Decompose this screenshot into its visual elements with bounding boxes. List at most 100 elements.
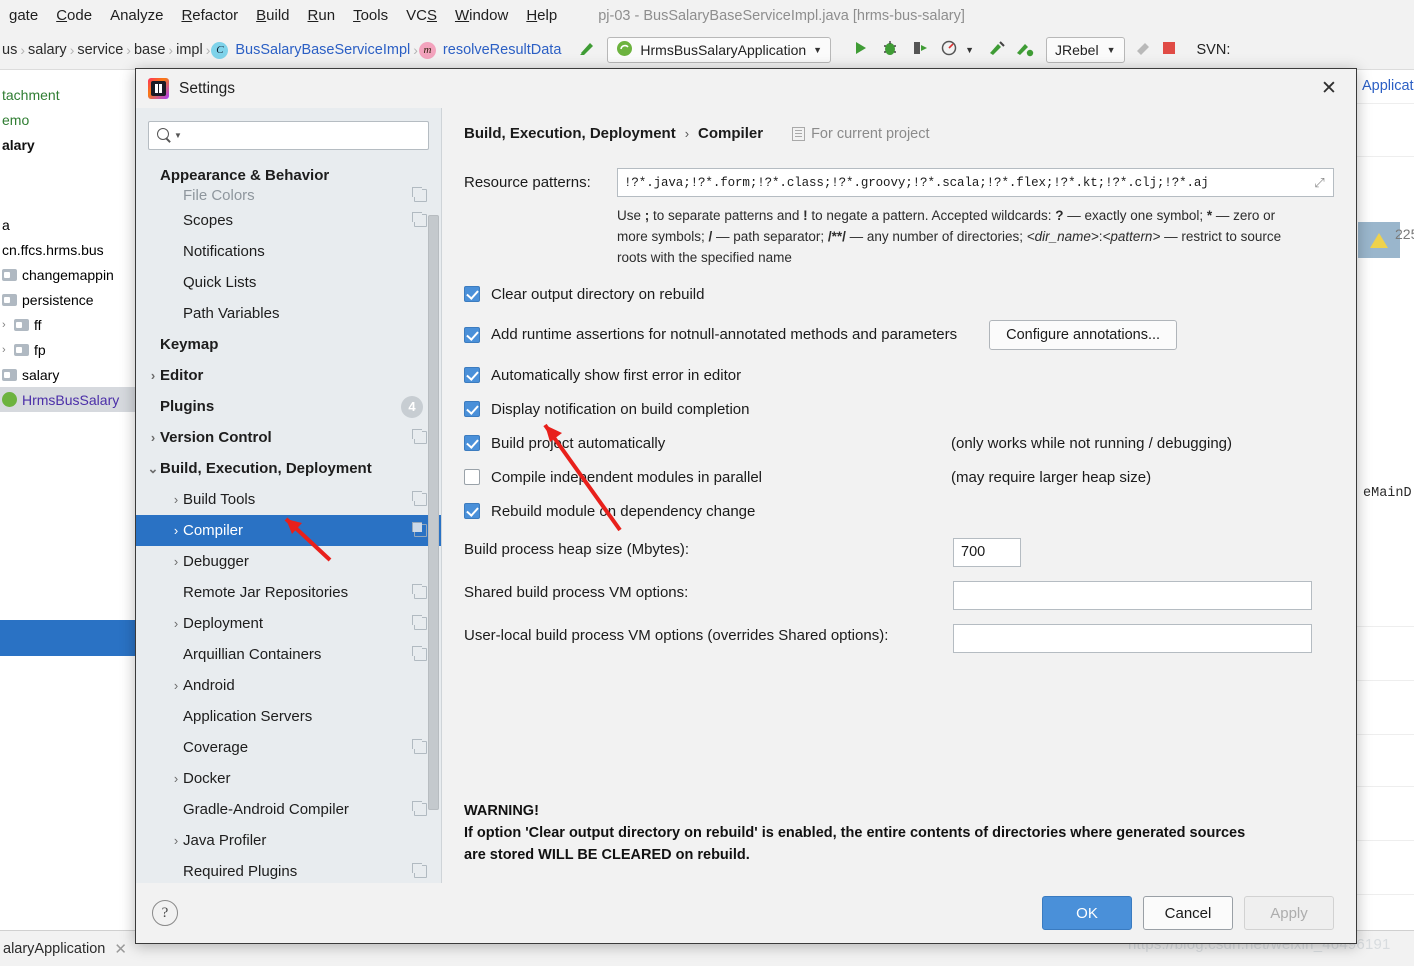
checkbox-compile-independent-modules-in-parallel[interactable] xyxy=(464,469,480,486)
settings-search-box[interactable]: ▼ xyxy=(148,121,429,150)
settings-tree-item-remote-jar-repositories[interactable]: Remote Jar Repositories xyxy=(136,577,441,608)
navbar-crumb-bussalarybaseserviceimpl[interactable]: C BusSalaryBaseServiceImpl xyxy=(211,41,412,59)
checkbox-rebuild-module-on-dependency-change[interactable] xyxy=(464,503,480,520)
close-icon[interactable]: ✕ xyxy=(114,940,127,958)
search-input[interactable] xyxy=(187,127,420,144)
attach-profiler-icon[interactable] xyxy=(987,38,1007,63)
settings-tree-item-java-profiler[interactable]: › Java Profiler xyxy=(136,825,441,856)
run-button[interactable] xyxy=(850,38,870,63)
project-tool-window[interactable]: tachment emo alary a cn.ffcs.hrms.bus changem… xyxy=(0,70,136,930)
shared-vm-input[interactable] xyxy=(953,580,1312,610)
settings-tree-item-coverage[interactable]: Coverage xyxy=(136,732,441,763)
help-button[interactable]: ? xyxy=(152,900,178,926)
run-with-coverage-button[interactable] xyxy=(910,38,930,63)
chevron-down-icon[interactable]: ⌄ xyxy=(146,462,160,475)
resource-patterns-field[interactable]: ⤢ xyxy=(617,168,1334,197)
project-tree-item[interactable]: a xyxy=(0,212,135,237)
menu-item-help[interactable]: Help xyxy=(517,7,566,24)
settings-tree-item-file-colors[interactable]: File Colors xyxy=(136,185,441,205)
settings-tree-item-build-execution-deployment[interactable]: ⌄ Build, Execution, Deployment xyxy=(136,453,441,484)
menu-item-analyze[interactable]: Analyze xyxy=(101,7,172,24)
chevron-right-icon[interactable]: › xyxy=(169,617,183,630)
checkbox-automatically-show-first-error-in-editor[interactable] xyxy=(464,367,480,384)
tree-scrollbar[interactable] xyxy=(428,215,439,810)
settings-tree-item-arquillian-containers[interactable]: Arquillian Containers xyxy=(136,639,441,670)
project-tree-item[interactable]: alary xyxy=(0,132,135,157)
resource-patterns-input[interactable] xyxy=(624,175,1312,190)
project-tree-item[interactable]: emo xyxy=(0,107,135,132)
settings-tree-item-application-servers[interactable]: Application Servers xyxy=(136,701,441,732)
chevron-right-icon[interactable]: › xyxy=(169,834,183,847)
navbar-crumb-us[interactable]: us xyxy=(0,42,19,58)
chevron-right-icon[interactable]: › xyxy=(169,524,183,537)
settings-tree-item-gradle-android-compiler[interactable]: Gradle-Android Compiler xyxy=(136,794,441,825)
settings-tree-item-plugins[interactable]: Plugins 4 xyxy=(136,391,441,422)
expand-icon[interactable]: ⤢ xyxy=(1312,175,1327,190)
run-tab-label[interactable]: alaryApplication xyxy=(0,941,105,957)
menu-item-gate[interactable]: gate xyxy=(0,7,47,24)
chevron-right-icon[interactable]: › xyxy=(146,431,160,444)
settings-tree[interactable]: Appearance & Behavior File Colors Scopes No… xyxy=(136,160,441,883)
project-tree-item[interactable]: changemappin xyxy=(0,262,135,287)
debug-button[interactable] xyxy=(880,38,900,63)
menu-item-refactor[interactable]: Refactor xyxy=(172,7,247,24)
run-configuration-selector[interactable]: HrmsBusSalaryApplication ▼ xyxy=(607,37,832,63)
project-tree-item[interactable]: cn.ffcs.hrms.bus xyxy=(0,237,135,262)
checkbox-display-notification-on-build-completion[interactable] xyxy=(464,401,480,418)
navbar-crumb-service[interactable]: service xyxy=(75,42,125,58)
navbar-crumb-impl[interactable]: impl xyxy=(174,42,205,58)
settings-tree-item-docker[interactable]: › Docker xyxy=(136,763,441,794)
cancel-button[interactable]: Cancel xyxy=(1143,896,1233,930)
settings-tree-item-required-plugins[interactable]: Required Plugins xyxy=(136,856,441,883)
project-tree-item[interactable]: › fp xyxy=(0,337,135,362)
checkbox-build-project-automatically[interactable] xyxy=(464,435,480,452)
close-icon[interactable]: ✕ xyxy=(1312,74,1346,104)
stop-button[interactable] xyxy=(1161,40,1177,61)
ok-button[interactable]: OK xyxy=(1042,896,1132,930)
project-tree-item[interactable]: tachment xyxy=(0,82,135,107)
make-project-icon[interactable] xyxy=(577,38,597,63)
jrebel-run-icon[interactable] xyxy=(1133,38,1153,63)
chevron-right-icon[interactable]: › xyxy=(169,679,183,692)
settings-tree-item-deployment[interactable]: › Deployment xyxy=(136,608,441,639)
checkbox-clear-output-directory-on-rebuild[interactable] xyxy=(464,286,480,303)
settings-tree-item-version-control[interactable]: › Version Control xyxy=(136,422,441,453)
settings-tree-item-compiler[interactable]: › Compiler xyxy=(136,515,441,546)
settings-tree-item-android[interactable]: › Android xyxy=(136,670,441,701)
menu-item-run[interactable]: Run xyxy=(299,7,345,24)
inspection-warning-chip[interactable] xyxy=(1358,222,1400,258)
jrebel-selector[interactable]: JRebel ▼ xyxy=(1045,37,1125,63)
menu-item-build[interactable]: Build xyxy=(247,7,298,24)
settings-tree-item-scopes[interactable]: Scopes xyxy=(136,205,441,236)
heap-size-input[interactable] xyxy=(953,537,1021,567)
settings-tree-item-path-variables[interactable]: Path Variables xyxy=(136,298,441,329)
settings-tree-item-quick-lists[interactable]: Quick Lists xyxy=(136,267,441,298)
checkbox-add-runtime-assertions-for-notnull-annotated-methods-and-parameters[interactable] xyxy=(464,326,480,343)
menu-item-tools[interactable]: Tools xyxy=(344,7,397,24)
menu-item-vcs[interactable]: VCS xyxy=(397,7,446,24)
attach-debugger-icon[interactable] xyxy=(1014,38,1034,63)
navbar-crumb-base[interactable]: base xyxy=(132,42,167,58)
settings-tree-item-debugger[interactable]: › Debugger xyxy=(136,546,441,577)
profile-button[interactable] xyxy=(940,38,960,63)
project-tree-item[interactable]: HrmsBusSalary xyxy=(0,387,135,412)
userlocal-vm-input[interactable] xyxy=(953,623,1312,653)
project-tree-item[interactable]: salary xyxy=(0,362,135,387)
settings-tree-item-editor[interactable]: › Editor xyxy=(136,360,441,391)
tree-scrollbar-thumb[interactable] xyxy=(428,215,439,810)
settings-tree-item-notifications[interactable]: Notifications xyxy=(136,236,441,267)
settings-tree-item-keymap[interactable]: Keymap xyxy=(136,329,441,360)
project-tree-item[interactable]: persistence xyxy=(0,287,135,312)
menu-item-code[interactable]: Code xyxy=(47,7,101,24)
chevron-down-icon[interactable]: ▼ xyxy=(965,45,974,55)
chevron-right-icon[interactable]: › xyxy=(169,772,183,785)
configure-annotations-button[interactable]: Configure annotations... xyxy=(989,319,1178,350)
menu-item-window[interactable]: Window xyxy=(446,7,517,24)
chevron-right-icon[interactable]: › xyxy=(169,493,183,506)
chevron-right-icon[interactable]: › xyxy=(169,555,183,568)
chevron-right-icon[interactable]: › xyxy=(146,369,160,382)
project-tree-item[interactable]: › ff xyxy=(0,312,135,337)
navbar-crumb-salary[interactable]: salary xyxy=(26,42,69,58)
settings-tree-item-build-tools[interactable]: › Build Tools xyxy=(136,484,441,515)
navbar-crumb-resolveresultdata[interactable]: m resolveResultData xyxy=(418,41,563,59)
